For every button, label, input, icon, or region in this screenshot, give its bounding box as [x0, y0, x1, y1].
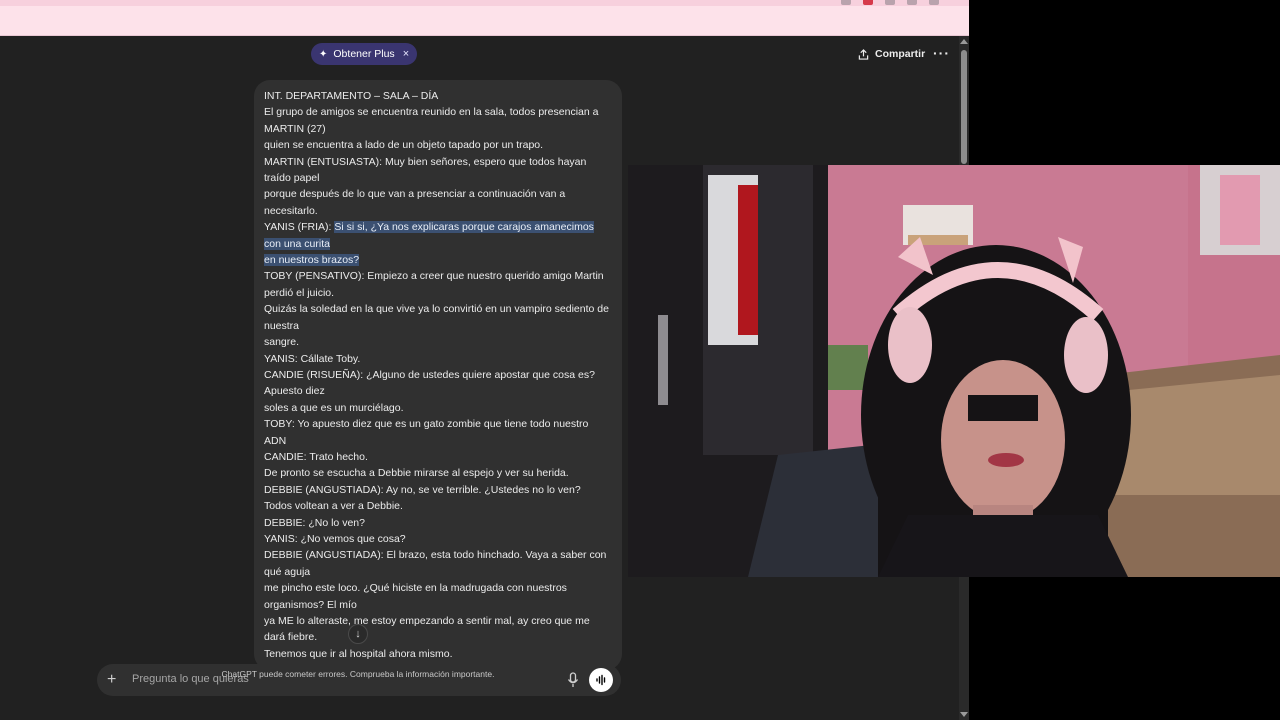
message-line: MARTIN (ENTUSIASTA): Muy bien señores, e…: [264, 155, 587, 185]
message-line: TOBY (PENSATIVO): Empiezo a creer que nu…: [264, 270, 604, 299]
message-line: CANDIE (RISUEÑA): ¿Alguno de ustedes qui…: [264, 368, 595, 398]
message-line: DEBBIE (ANGUSTIADA): Ay no, se ve terrib…: [264, 483, 581, 496]
share-icon: [858, 48, 869, 60]
message-line: ya ME lo alteraste, me estoy empezando a…: [264, 615, 590, 644]
message-line: Quizás la soledad en la que vive ya lo c…: [264, 303, 609, 332]
message-line: DEBBIE (ANGUSTIADA): El brazo, esta todo…: [264, 549, 607, 578]
message-line: soles a que es un murciélago.: [264, 401, 404, 414]
message-line: INT. DEPARTAMENTO – SALA – DÍA: [264, 90, 439, 102]
webcam-image: [628, 165, 1280, 577]
scroll-to-bottom-button[interactable]: ↓: [348, 624, 368, 644]
extension-icon[interactable]: [885, 0, 895, 5]
close-icon[interactable]: ×: [403, 48, 409, 60]
webcam-overlay: [628, 165, 1280, 577]
get-plus-button[interactable]: ✦ Obtener Plus ×: [311, 43, 418, 65]
message-line: porque después de lo que van a presencia…: [264, 188, 566, 217]
share-label: Compartir: [875, 48, 926, 60]
screen: ✦ Obtener Plus × Compartir ··· INT. DEPA…: [0, 0, 1280, 720]
bookmark-icon[interactable]: [841, 0, 851, 5]
message-line: De pronto se escucha a Debbie mirarse al…: [264, 467, 569, 480]
message-line: Todos voltean a ver a Debbie.: [264, 500, 403, 513]
message-line: El grupo de amigos se encuentra reunido …: [264, 106, 599, 135]
sparkle-icon: ✦: [319, 48, 328, 60]
arrow-down-icon: ↓: [355, 628, 361, 640]
message-text: INT. DEPARTAMENTO – SALA – DÍA El grupo …: [264, 88, 612, 662]
download-icon[interactable]: [907, 0, 917, 5]
disclaimer: ChatGPT puede cometer errores. Comprueba…: [221, 669, 495, 679]
message-line: quien se encuentra a lado de un objeto t…: [264, 139, 544, 152]
more-options-icon[interactable]: ···: [933, 45, 950, 61]
message-line: me pincho este loco. ¿Qué hiciste en la …: [264, 582, 567, 611]
extension-icon[interactable]: [863, 0, 873, 5]
message-line: TOBY: Yo apuesto diez que es un gato zom…: [264, 418, 589, 447]
browser-tab-strip: [0, 0, 969, 6]
message-line: en nuestros brazos?: [264, 252, 612, 268]
message-line: DEBBIE: ¿No lo ven?: [264, 516, 365, 529]
scrollbar-thumb[interactable]: [961, 50, 967, 164]
scroll-down-icon[interactable]: [960, 712, 968, 717]
share-button[interactable]: Compartir: [858, 45, 925, 63]
profile-icon[interactable]: [929, 0, 939, 5]
message-line: CANDIE: Trato hecho.: [264, 450, 368, 463]
message-bubble: INT. DEPARTAMENTO – SALA – DÍA El grupo …: [254, 80, 622, 670]
selected-text: en nuestros brazos?: [264, 254, 360, 267]
speaker-label: YANIS (FRIA):: [264, 221, 335, 234]
message-line: Tenemos que ir al hospital ahora mismo.: [264, 647, 453, 660]
message-line: sangre.: [264, 336, 300, 349]
scroll-up-icon[interactable]: [960, 39, 968, 44]
browser-toolbar: [0, 0, 969, 36]
get-plus-label: Obtener Plus: [333, 48, 395, 60]
browser-extension-icons: [841, 0, 939, 5]
message-line: YANIS: Cállate Toby.: [264, 352, 361, 365]
message-line: YANIS (FRIA): Si si si, ¿Ya nos explicar…: [264, 219, 612, 252]
message-line: YANIS: ¿No vemos que cosa?: [264, 532, 406, 545]
